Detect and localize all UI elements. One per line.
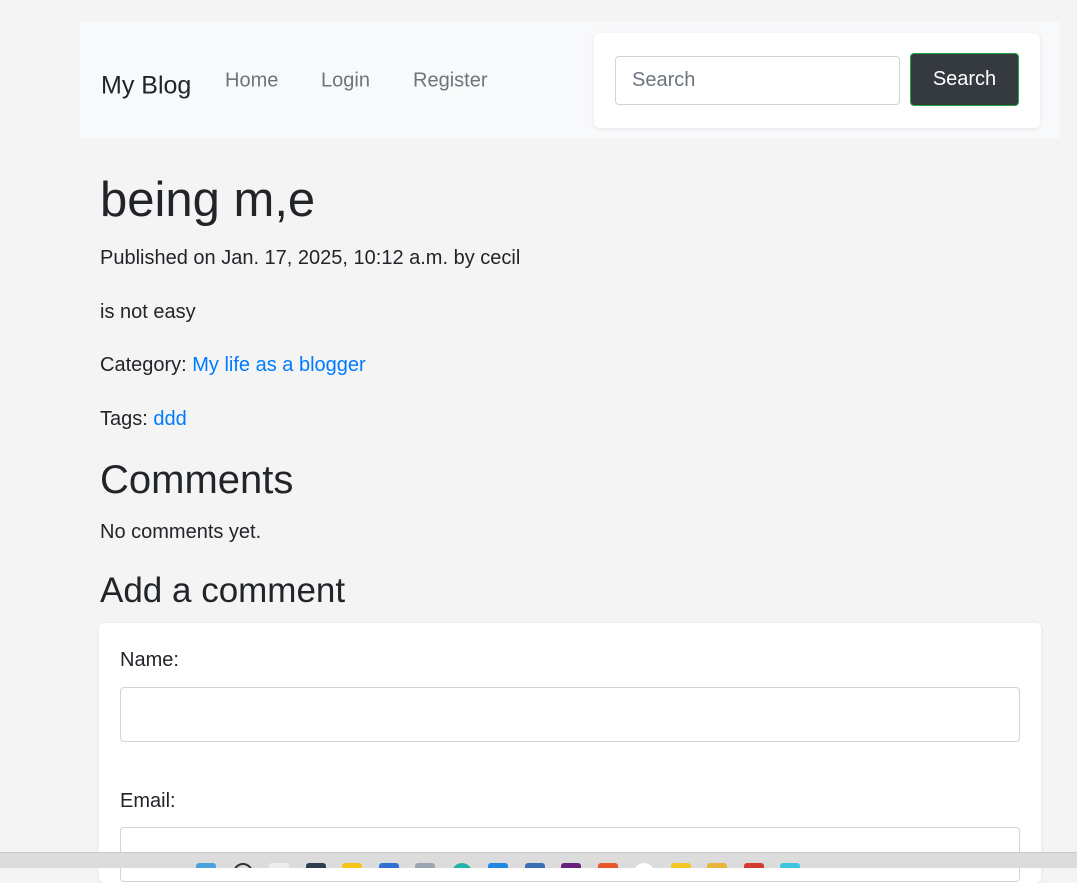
search-input[interactable] <box>615 56 900 105</box>
edge-icon[interactable] <box>488 863 508 868</box>
lightning-icon[interactable] <box>342 863 362 868</box>
comment-form: Name: Email: <box>99 623 1041 883</box>
nav-link-home[interactable]: Home <box>225 70 278 93</box>
folder-icon[interactable] <box>707 863 727 868</box>
window-icon[interactable] <box>415 863 435 868</box>
category-label: Category: <box>100 354 193 376</box>
email-label: Email: <box>120 790 176 812</box>
app-cyan-icon[interactable] <box>780 863 800 868</box>
post-body: is not easy <box>100 301 196 323</box>
task-view-icon[interactable] <box>306 863 326 868</box>
add-comment-heading: Add a comment <box>100 571 346 610</box>
no-comments-text: No comments yet. <box>100 521 262 543</box>
app-yellow-icon[interactable] <box>671 863 691 868</box>
post-tags: Tags: ddd <box>100 407 187 431</box>
post-published-info: Published on Jan. 17, 2025, 10:12 a.m. b… <box>100 247 521 269</box>
visual-studio-icon[interactable] <box>561 863 581 868</box>
taskbar <box>0 852 1077 868</box>
search-button[interactable]: Search <box>910 53 1019 106</box>
name-label: Name: <box>120 649 179 671</box>
browser-icon[interactable] <box>452 863 472 868</box>
post-category: Category: My life as a blogger <box>100 353 366 377</box>
app-orange-icon[interactable] <box>598 863 618 868</box>
brand-logo-link[interactable]: My Blog <box>101 72 191 101</box>
tags-label: Tags: <box>100 408 154 430</box>
windows-start-icon[interactable] <box>196 863 216 868</box>
calendar-icon[interactable] <box>379 863 399 868</box>
name-input[interactable] <box>120 687 1020 742</box>
nav-link-register[interactable]: Register <box>413 70 487 93</box>
nav-link-login[interactable]: Login <box>321 70 370 93</box>
tag-link[interactable]: ddd <box>153 408 186 430</box>
chrome-icon[interactable] <box>634 863 654 868</box>
app-red-icon[interactable] <box>744 863 764 868</box>
navbar: My Blog Home Login Register Search <box>80 22 1060 138</box>
comments-heading: Comments <box>100 458 294 502</box>
store-icon[interactable] <box>525 863 545 868</box>
post-title: being m,e <box>100 173 316 227</box>
category-link[interactable]: My life as a blogger <box>192 354 365 376</box>
file-icon[interactable] <box>269 863 289 868</box>
search-form: Search <box>594 33 1040 128</box>
search-icon[interactable] <box>233 863 253 868</box>
